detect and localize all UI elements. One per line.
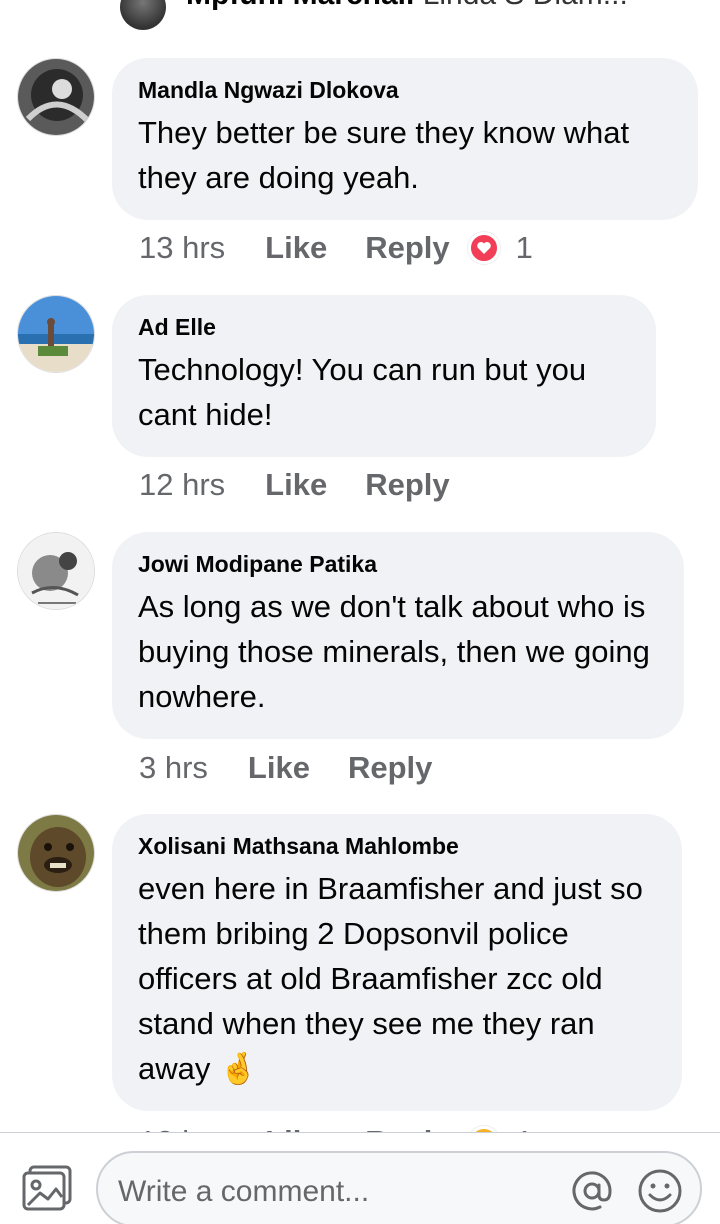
comment-time[interactable]: 12 hrs <box>139 467 225 503</box>
comment-text: Technology! You can run but you cant hid… <box>138 352 587 432</box>
reply-button[interactable]: Reply <box>365 467 449 503</box>
comment-actions: 12 hrs Like Reply <box>139 465 468 505</box>
reply-preview-author: Mpfuni Marchall <box>186 0 414 11</box>
comment-time[interactable]: 3 hrs <box>139 750 208 786</box>
crossed-fingers-emoji: 🤞 <box>219 1051 258 1086</box>
comment-text-content: even here in Braamfisher and just so the… <box>138 871 643 1086</box>
comment-text: As long as we don't talk about who is bu… <box>138 589 650 714</box>
reply-button[interactable]: Reply <box>348 750 432 786</box>
at-icon[interactable] <box>568 1167 616 1215</box>
comment-actions: 3 hrs Like Reply <box>139 748 450 788</box>
like-button[interactable]: Like <box>265 230 327 266</box>
comment-bubble[interactable]: Jowi Modipane Patika As long as we don't… <box>112 532 684 739</box>
comment-bubble[interactable]: Mandla Ngwazi Dlokova They better be sur… <box>112 58 698 220</box>
avatar-image <box>18 296 94 372</box>
comment-time[interactable]: 13 hrs <box>139 230 225 266</box>
comment-author[interactable]: Xolisani Mathsana Mahlombe <box>138 832 656 860</box>
reply-preview-rest: Linda S Dlam... <box>423 0 628 11</box>
like-button[interactable]: Like <box>248 750 310 786</box>
comment-actions: 13 hrs Like Reply 1 <box>139 228 533 268</box>
love-reaction-icon[interactable] <box>467 232 500 264</box>
comment-author[interactable]: Jowi Modipane Patika <box>138 550 658 578</box>
avatar[interactable] <box>17 814 95 892</box>
avatar[interactable] <box>17 532 95 610</box>
reply-button[interactable]: Reply <box>365 230 449 266</box>
like-button[interactable]: Like <box>265 467 327 503</box>
comment-author[interactable]: Mandla Ngwazi Dlokova <box>138 76 672 104</box>
comment-composer-bar: Write a comment... <box>0 1132 720 1224</box>
photo-icon[interactable] <box>22 1165 74 1213</box>
previous-comment-cutoff: Mpfuni Marchall Linda S Dlam... <box>0 0 720 34</box>
comment-text: even here in Braamfisher and just so the… <box>138 866 656 1091</box>
avatar[interactable] <box>17 295 95 373</box>
comment-input[interactable]: Write a comment... <box>96 1151 702 1224</box>
avatar[interactable] <box>17 58 95 136</box>
reply-preview-text[interactable]: Mpfuni Marchall Linda S Dlam... <box>186 0 628 12</box>
smiley-icon[interactable] <box>636 1167 684 1215</box>
comment-bubble[interactable]: Ad Elle Technology! You can run but you … <box>112 295 656 457</box>
reaction-count[interactable]: 1 <box>516 230 533 266</box>
avatar-image <box>18 815 94 891</box>
comment-author[interactable]: Ad Elle <box>138 313 630 341</box>
comment-input-placeholder: Write a comment... <box>118 1175 370 1208</box>
comment-bubble[interactable]: Xolisani Mathsana Mahlombe even here in … <box>112 814 682 1111</box>
avatar-image <box>18 533 94 609</box>
comment-text: They better be sure they know what they … <box>138 115 630 195</box>
avatar[interactable] <box>120 0 166 30</box>
avatar-image <box>18 59 94 135</box>
